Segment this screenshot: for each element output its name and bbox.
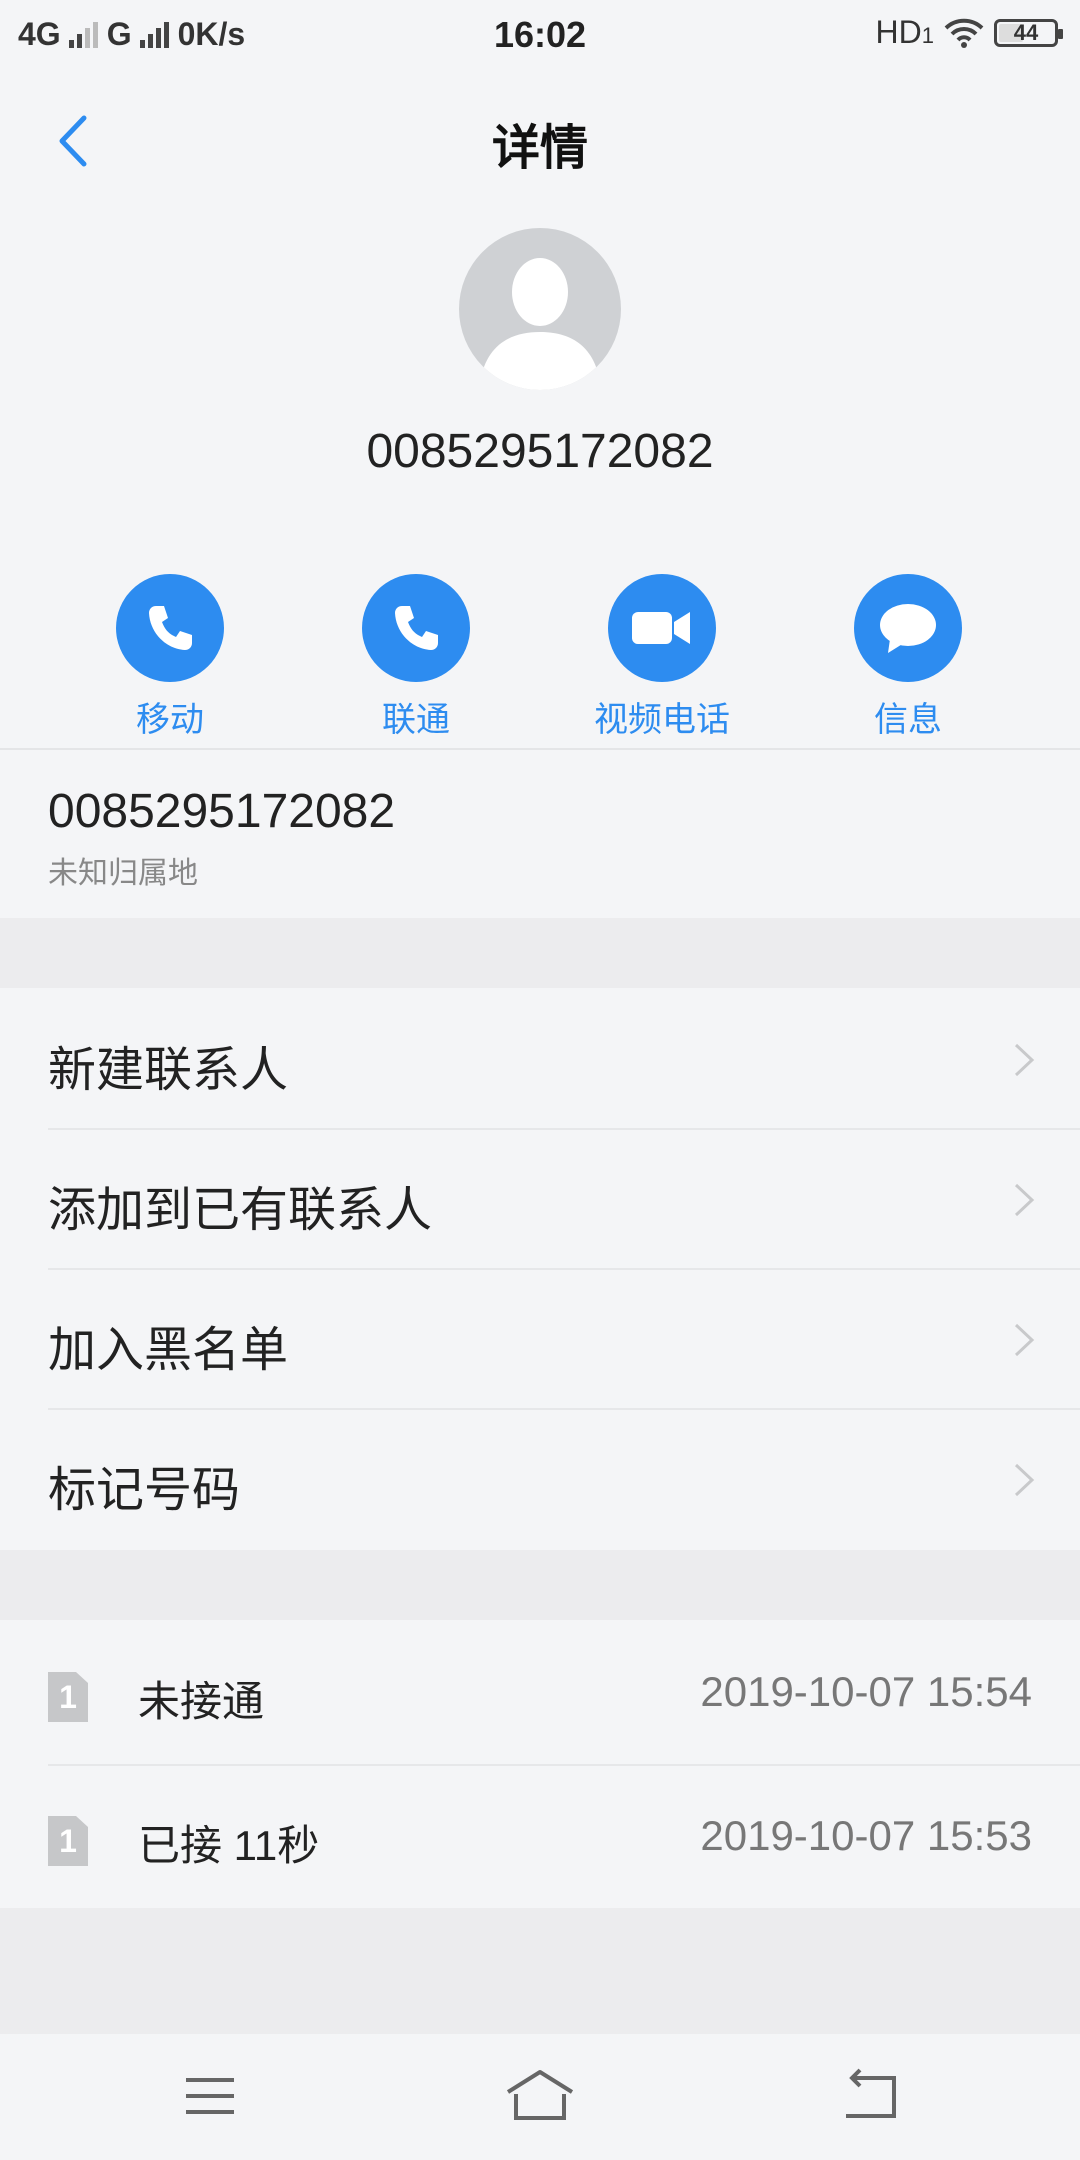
person-silhouette-icon — [479, 258, 601, 390]
number-detail[interactable]: 0085295172082 — [48, 784, 395, 839]
return-icon — [846, 2068, 896, 2118]
menu-blacklist[interactable]: 加入黑名单 — [0, 1270, 1080, 1410]
call-unicom-button[interactable]: 联通 — [316, 574, 516, 741]
menu-nav-button[interactable] — [170, 2064, 250, 2128]
menu-label: 新建联系人 — [48, 1044, 289, 1097]
menu-label: 添加到已有联系人 — [48, 1184, 433, 1237]
avatar — [459, 228, 621, 390]
back-nav-button[interactable] — [830, 2064, 910, 2128]
action-label: 信息 — [874, 701, 942, 739]
message-button[interactable]: 信息 — [808, 574, 1008, 741]
call-log-row[interactable]: 1 已接 11秒 2019-10-07 15:53 — [0, 1766, 1080, 1906]
phone-icon — [116, 574, 224, 682]
status-right: HD1 44 — [876, 14, 1063, 51]
chevron-right-icon — [1014, 1323, 1035, 1357]
menu-mark-number[interactable]: 标记号码 — [0, 1410, 1080, 1550]
wifi-icon — [944, 18, 984, 48]
sim-card-icon: 1 — [48, 1816, 88, 1866]
video-call-button[interactable]: 视频电话 — [562, 574, 762, 741]
chevron-right-icon — [1014, 1043, 1035, 1077]
video-camera-icon — [608, 574, 716, 682]
menu-label: 标记号码 — [48, 1464, 241, 1517]
battery-level: 44 — [1013, 19, 1039, 45]
call-status: 未接通 — [138, 1678, 265, 1725]
page-title: 详情 — [491, 122, 588, 175]
battery-icon: 44 — [994, 18, 1063, 47]
menu-lines-icon — [186, 2078, 234, 2114]
contact-number: 0085295172082 — [366, 425, 714, 478]
chevron-right-icon — [1014, 1463, 1035, 1497]
phone-icon — [362, 574, 470, 682]
hd-label: HD — [875, 14, 922, 50]
call-mobile-button[interactable]: 移动 — [70, 574, 270, 741]
section-gap — [0, 918, 1080, 988]
menu-add-to-existing[interactable]: 添加到已有联系人 — [0, 1130, 1080, 1270]
section-gap — [0, 1908, 1080, 2034]
number-location: 未知归属地 — [48, 857, 198, 890]
hd-indicator: HD1 — [876, 14, 934, 51]
menu-label: 加入黑名单 — [48, 1324, 289, 1377]
call-time: 2019-10-07 15:54 — [700, 1668, 1032, 1715]
action-label: 移动 — [136, 701, 204, 739]
section-gap — [0, 1550, 1080, 1620]
sim-slot: 1 — [59, 1822, 77, 1859]
home-icon — [506, 2070, 574, 2120]
sim-slot: 1 — [59, 1678, 77, 1715]
chevron-right-icon — [1014, 1183, 1035, 1217]
status-bar: 4G G 0K/s 16:02 HD1 44 — [0, 0, 1080, 76]
action-label: 视频电话 — [594, 701, 730, 739]
call-status: 已接 11秒 — [138, 1822, 320, 1869]
call-log-row[interactable]: 1 未接通 2019-10-07 15:54 — [0, 1622, 1080, 1762]
home-nav-button[interactable] — [500, 2064, 580, 2128]
hd-sub-label: 1 — [921, 23, 934, 48]
action-label: 联通 — [382, 701, 450, 739]
menu-new-contact[interactable]: 新建联系人 — [0, 990, 1080, 1130]
message-bubble-icon — [854, 574, 962, 682]
sim-card-icon: 1 — [48, 1672, 88, 1722]
call-time: 2019-10-07 15:53 — [700, 1812, 1032, 1859]
navigation-bar — [0, 2034, 1080, 2160]
divider — [0, 748, 1080, 750]
